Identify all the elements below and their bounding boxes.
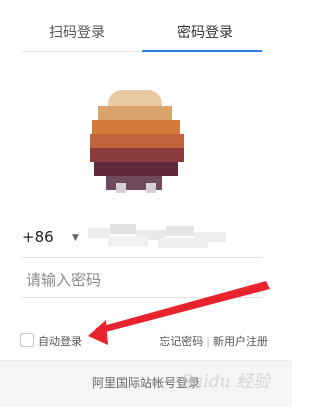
footer: 阿里国际站帐号登录 Baidu 经验: [0, 360, 292, 407]
annotation-arrow: [88, 281, 270, 345]
baidu-watermark: Baidu 经验: [180, 372, 270, 392]
